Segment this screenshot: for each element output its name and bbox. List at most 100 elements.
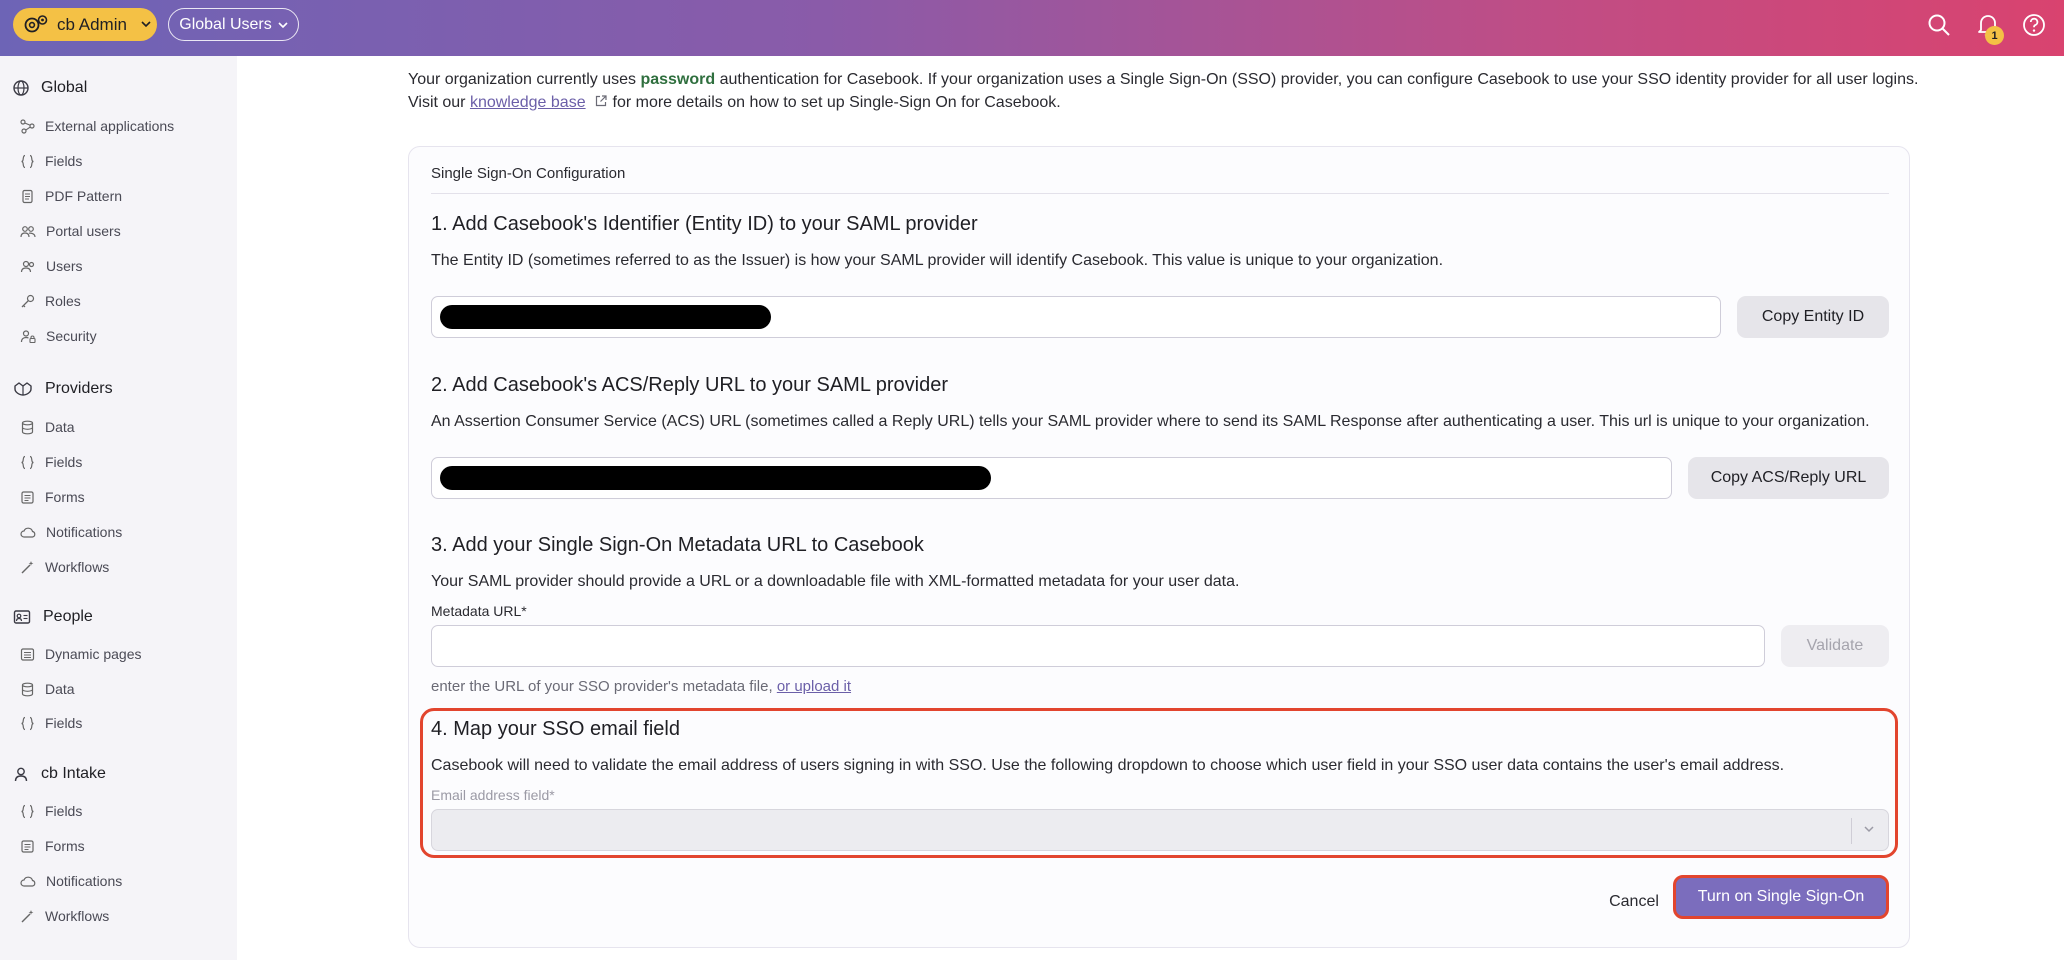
form-icon bbox=[21, 490, 34, 504]
sidebar-item-label: Fields bbox=[45, 715, 83, 731]
required-mark: * bbox=[549, 787, 555, 803]
sidebar-item-label: Workflows bbox=[45, 559, 110, 575]
metadata-helper-text: enter the URL of your SSO provider's met… bbox=[431, 678, 851, 695]
intake-user-icon bbox=[14, 767, 28, 782]
sidebar-item-data[interactable]: Data bbox=[20, 419, 75, 435]
copy-acs-url-button[interactable]: Copy ACS/Reply URL bbox=[1688, 457, 1889, 499]
chevron-down-icon bbox=[278, 16, 288, 34]
sidebar-item-external-applications[interactable]: External applications bbox=[20, 118, 174, 134]
scope-switcher-button[interactable]: Global Users bbox=[168, 8, 299, 41]
email-field-label: Email address field* bbox=[431, 787, 555, 803]
sidebar: Global External applications Fields PDF … bbox=[0, 56, 237, 960]
field-label-text: Metadata URL bbox=[431, 603, 522, 619]
step3-title: 3. Add your Single Sign-On Metadata URL … bbox=[431, 534, 924, 556]
sidebar-item-workflows[interactable]: Workflows bbox=[20, 559, 109, 575]
sidebar-item-label: Users bbox=[46, 258, 83, 274]
chevron-down-icon bbox=[1864, 826, 1874, 833]
sidebar-item-notifications[interactable]: Notifications bbox=[20, 524, 122, 540]
intro-text: authentication for Casebook. If your org… bbox=[715, 71, 1919, 88]
cloud-icon bbox=[20, 527, 36, 538]
sidebar-item-label: Notifications bbox=[46, 524, 123, 540]
email-field-select[interactable] bbox=[431, 809, 1889, 851]
cloud-icon bbox=[20, 876, 36, 887]
sidebar-section-title: cb Intake bbox=[41, 765, 106, 782]
sidebar-item-label: Fields bbox=[45, 454, 83, 470]
sidebar-item-label: Roles bbox=[45, 293, 81, 309]
field-label-text: Email address field bbox=[431, 787, 550, 803]
sidebar-item-users[interactable]: Users bbox=[20, 258, 83, 274]
app-switcher-button[interactable]: cb Admin bbox=[13, 8, 157, 41]
sidebar-section-title: Providers bbox=[45, 380, 113, 397]
settings-gear-icon bbox=[24, 14, 48, 32]
validate-button[interactable]: Validate bbox=[1781, 625, 1889, 667]
form-icon bbox=[21, 839, 34, 853]
braces-icon bbox=[21, 716, 34, 730]
sidebar-item-security[interactable]: Security bbox=[20, 328, 97, 344]
metadata-url-input[interactable] bbox=[431, 625, 1765, 667]
sidebar-item-label: Forms bbox=[45, 489, 85, 505]
copy-entity-id-button[interactable]: Copy Entity ID bbox=[1737, 296, 1889, 338]
sidebar-item-pdf-pattern[interactable]: PDF Pattern bbox=[20, 188, 122, 204]
sidebar-item-forms[interactable]: Forms bbox=[20, 489, 85, 505]
sidebar-item-fields[interactable]: Fields bbox=[20, 153, 82, 169]
step3-description: Your SAML provider should provide a URL … bbox=[431, 573, 1240, 590]
id-card-icon bbox=[13, 610, 31, 624]
acs-url-field[interactable] bbox=[431, 457, 1672, 499]
sidebar-item-label: Data bbox=[45, 681, 75, 697]
turn-on-sso-button[interactable]: Turn on Single Sign-On bbox=[1673, 875, 1889, 919]
entity-id-field[interactable] bbox=[431, 296, 1721, 338]
sidebar-section-cb-intake[interactable]: cb Intake bbox=[13, 765, 106, 783]
helper-text: enter the URL of your SSO provider's met… bbox=[431, 678, 777, 695]
step4-title: 4. Map your SSO email field bbox=[431, 718, 680, 740]
sidebar-section-providers[interactable]: Providers bbox=[13, 380, 113, 398]
intro-text: Your organization currently uses bbox=[408, 71, 641, 88]
sidebar-item-fields[interactable]: Fields bbox=[20, 715, 82, 731]
sidebar-item-label: PDF Pattern bbox=[45, 188, 123, 204]
sidebar-item-forms[interactable]: Forms bbox=[20, 838, 85, 854]
knowledge-base-link[interactable]: knowledge base bbox=[470, 94, 586, 111]
sidebar-item-dynamic-pages[interactable]: Dynamic pages bbox=[20, 646, 142, 662]
sidebar-item-notifications[interactable]: Notifications bbox=[20, 873, 122, 889]
intro-text: Visit our bbox=[408, 94, 470, 111]
upload-file-link[interactable]: or upload it bbox=[777, 678, 851, 695]
sidebar-item-label: Fields bbox=[45, 153, 83, 169]
sidebar-item-label: Security bbox=[46, 328, 97, 344]
select-divider bbox=[1851, 818, 1852, 844]
sidebar-item-fields[interactable]: Fields bbox=[20, 454, 82, 470]
sidebar-section-title: People bbox=[43, 608, 93, 625]
redacted-value bbox=[440, 466, 991, 490]
help-icon[interactable] bbox=[2021, 12, 2047, 38]
database-icon bbox=[21, 682, 34, 696]
step1-description: The Entity ID (sometimes referred to as … bbox=[431, 252, 1444, 269]
sidebar-section-global[interactable]: Global bbox=[13, 79, 87, 97]
users-icon bbox=[20, 260, 35, 272]
cancel-button[interactable]: Cancel bbox=[1589, 882, 1679, 922]
app-switcher-label: cb Admin bbox=[57, 14, 127, 34]
step2-description: An Assertion Consumer Service (ACS) URL … bbox=[431, 413, 1870, 430]
braces-icon bbox=[21, 154, 34, 168]
magic-wand-icon bbox=[21, 909, 34, 922]
intro-text: for more details on how to set up Single… bbox=[612, 94, 1061, 111]
sidebar-section-people[interactable]: People bbox=[13, 608, 93, 626]
key-icon bbox=[21, 294, 35, 307]
sidebar-item-label: Workflows bbox=[45, 908, 110, 924]
sidebar-item-label: Data bbox=[45, 419, 75, 435]
divider bbox=[431, 193, 1889, 194]
search-icon[interactable] bbox=[1926, 12, 1952, 38]
step1-title: 1. Add Casebook's Identifier (Entity ID)… bbox=[431, 213, 978, 235]
page-list-icon bbox=[20, 647, 35, 661]
top-bar: cb Admin Global Users 1 bbox=[0, 0, 2064, 56]
sidebar-item-fields[interactable]: Fields bbox=[20, 803, 82, 819]
sso-configuration-card: Single Sign-On Configuration 1. Add Case… bbox=[408, 146, 1910, 948]
sidebar-item-label: Portal users bbox=[46, 223, 121, 239]
sidebar-item-data[interactable]: Data bbox=[20, 681, 75, 697]
chevron-down-icon bbox=[141, 19, 151, 31]
sidebar-item-portal-users[interactable]: Portal users bbox=[20, 223, 121, 239]
providers-icon bbox=[14, 382, 32, 396]
sidebar-item-workflows[interactable]: Workflows bbox=[20, 908, 109, 924]
step2-title: 2. Add Casebook's ACS/Reply URL to your … bbox=[431, 374, 949, 396]
database-icon bbox=[21, 420, 34, 434]
sidebar-item-roles[interactable]: Roles bbox=[20, 293, 81, 309]
magic-wand-icon bbox=[21, 560, 34, 573]
sidebar-item-label: Notifications bbox=[46, 873, 123, 889]
